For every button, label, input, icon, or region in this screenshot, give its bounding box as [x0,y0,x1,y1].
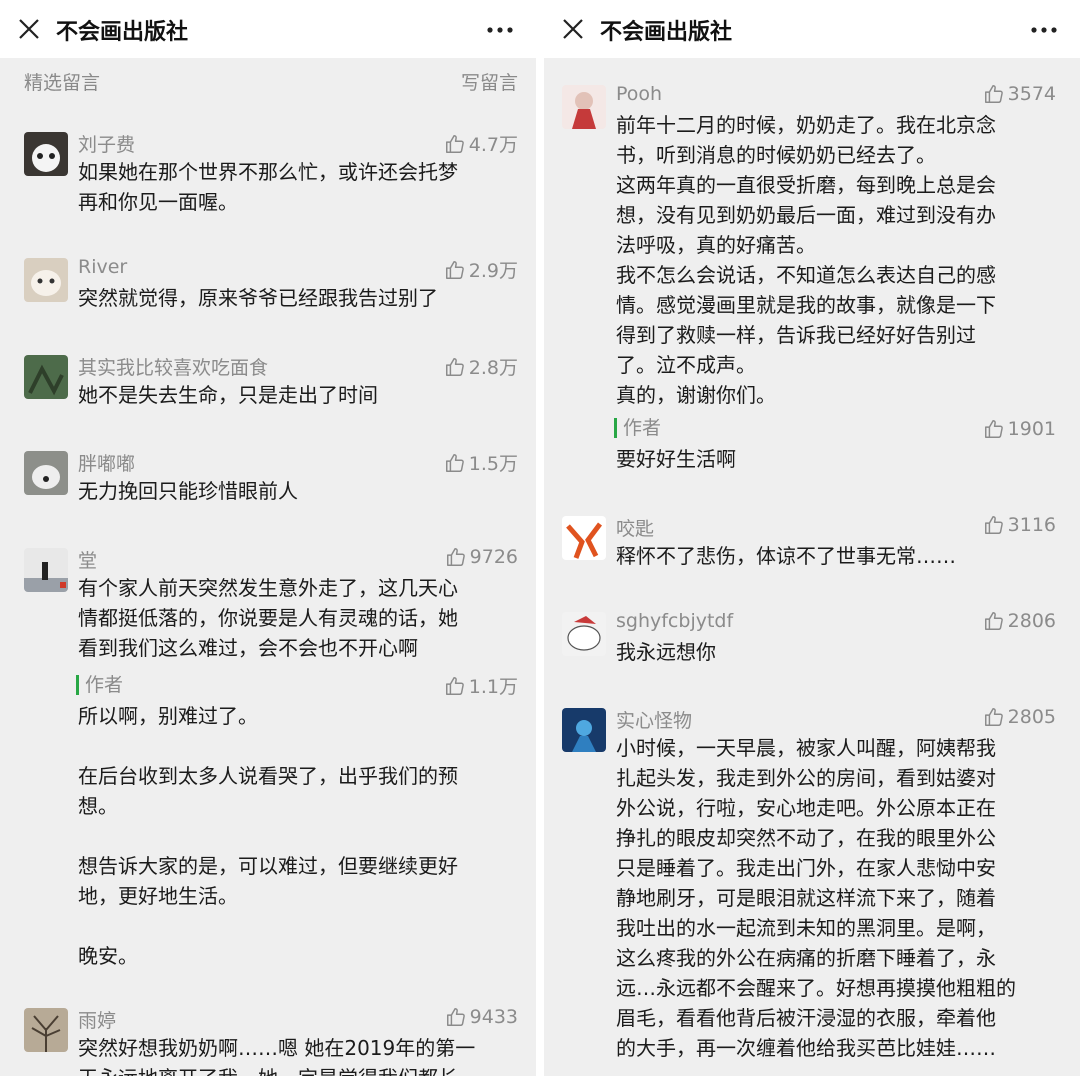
comment-author-name: 其实我比较喜欢吃面食 [78,357,269,379]
close-icon[interactable] [562,18,584,40]
top-bar: 不会画出版社 [0,0,536,58]
avatar [24,548,68,592]
like-button[interactable]: 3116 [983,514,1056,536]
author-reply-text: 所以啊，别难过了。 在后台收到太多人说看哭了，出乎我们的预 想。 想告诉大家的是… [78,704,458,968]
like-count: 2.8万 [468,357,518,379]
like-count: 2806 [1007,610,1056,632]
more-icon[interactable] [1030,26,1058,34]
comment-author-name: 咬匙 [616,518,655,540]
like-button[interactable]: 2805 [983,706,1056,728]
comment-text: 前年十二月的时候，奶奶走了。我在北京念 书，听到消息的时候奶奶已经去了。 这两年… [616,113,996,407]
write-comment-link[interactable]: 写留言 [461,68,518,95]
comment-text: 无力挽回只能珍惜眼前人 [78,479,298,503]
avatar [24,451,68,495]
avatar [562,516,606,560]
like-count: 9726 [469,546,518,568]
top-bar: 不会画出版社 [544,0,1080,58]
author-reply-label: 作者 [614,418,661,438]
like-count: 3116 [1007,514,1056,536]
thumbs-up-icon [445,546,467,568]
author-reply-text: 要好好生活啊 [616,447,736,471]
like-count: 2.9万 [468,260,518,282]
comment-text: 小时候，一天早晨，被家人叫醒，阿姨帮我 扎起头发，我走到外公的房间，看到姑婆对 … [616,736,1016,1060]
thumbs-up-icon [444,259,466,281]
like-count: 2805 [1007,706,1056,728]
like-button[interactable]: 3574 [983,83,1056,105]
thumbs-up-icon [983,514,1005,536]
comment-author-name: Pooh [616,83,663,105]
thumbs-up-icon [444,675,466,697]
thumbs-up-icon [983,83,1005,105]
author-reply-label: 作者 [76,675,123,695]
thumbs-up-icon [444,452,466,474]
thumbs-up-icon [983,418,1005,440]
comment-text: 突然就觉得，原来爷爷已经跟我告过别了 [78,286,438,310]
comment-text: 如果她在那个世界不那么忙，或许还会托梦 再和你见一面喔。 [78,160,458,214]
page-title: 不会画出版社 [56,20,189,45]
comment-author-name: River [78,256,128,278]
comment-text: 释怀不了悲伤，体谅不了世事无常…… [616,544,956,568]
like-button[interactable]: 1.1万 [444,672,518,699]
like-button[interactable]: 2806 [983,610,1056,632]
like-count: 1.1万 [468,676,518,698]
comment-author-name: 刘子费 [78,134,136,156]
close-icon[interactable] [18,18,40,40]
comment-author-name: 堂 [78,550,98,572]
like-count: 4.7万 [468,134,518,156]
right-article-panel: 不会画出版社 Pooh 3574 前年十二月的时候，奶奶走了。我在北京念 书，听… [544,0,1080,1076]
like-count: 1901 [1007,418,1056,440]
avatar [24,258,68,302]
page-title: 不会画出版社 [600,20,733,45]
like-button[interactable]: 1901 [983,418,1056,440]
comment-author-name: sghyfcbjytdf [616,610,734,632]
like-button[interactable]: 2.9万 [444,256,518,283]
comment-author-name: 雨婷 [78,1010,117,1032]
comment-text: 有个家人前天突然发生意外走了，这几天心 情都挺低落的，你说要是人有灵魂的话，她 … [78,576,458,660]
thumbs-up-icon [445,1006,467,1028]
avatar [562,612,606,656]
comment-text: 我永远想你 [616,640,716,664]
comment-author-name: 实心怪物 [616,710,693,732]
thumbs-up-icon [444,133,466,155]
like-button[interactable]: 9726 [445,546,518,568]
like-button[interactable]: 4.7万 [444,130,518,157]
like-button[interactable]: 9433 [445,1006,518,1028]
thumbs-up-icon [983,610,1005,632]
avatar [24,355,68,399]
comment-author-name: 胖嘟嘟 [78,453,136,475]
like-button[interactable]: 1.5万 [444,449,518,476]
comment-text: 她不是失去生命，只是走出了时间 [78,383,378,407]
like-button[interactable]: 2.8万 [444,353,518,380]
avatar [562,85,606,129]
thumbs-up-icon [444,356,466,378]
thumbs-up-icon [983,706,1005,728]
avatar [24,1008,68,1052]
left-article-panel: 不会画出版社 精选留言 写留言 刘子费 4.7万 如果她在那个世界不那么忙，或许… [0,0,536,1076]
like-count: 3574 [1007,83,1056,105]
avatar [562,708,606,752]
comment-text: 突然好想我奶奶啊……嗯 她在2019年的第一 天永远地离开了我，她一定是觉得我们… [78,1036,476,1076]
like-count: 9433 [469,1006,518,1028]
featured-comments-label: 精选留言 [24,72,101,94]
more-icon[interactable] [486,26,514,34]
like-count: 1.5万 [468,453,518,475]
avatar [24,132,68,176]
